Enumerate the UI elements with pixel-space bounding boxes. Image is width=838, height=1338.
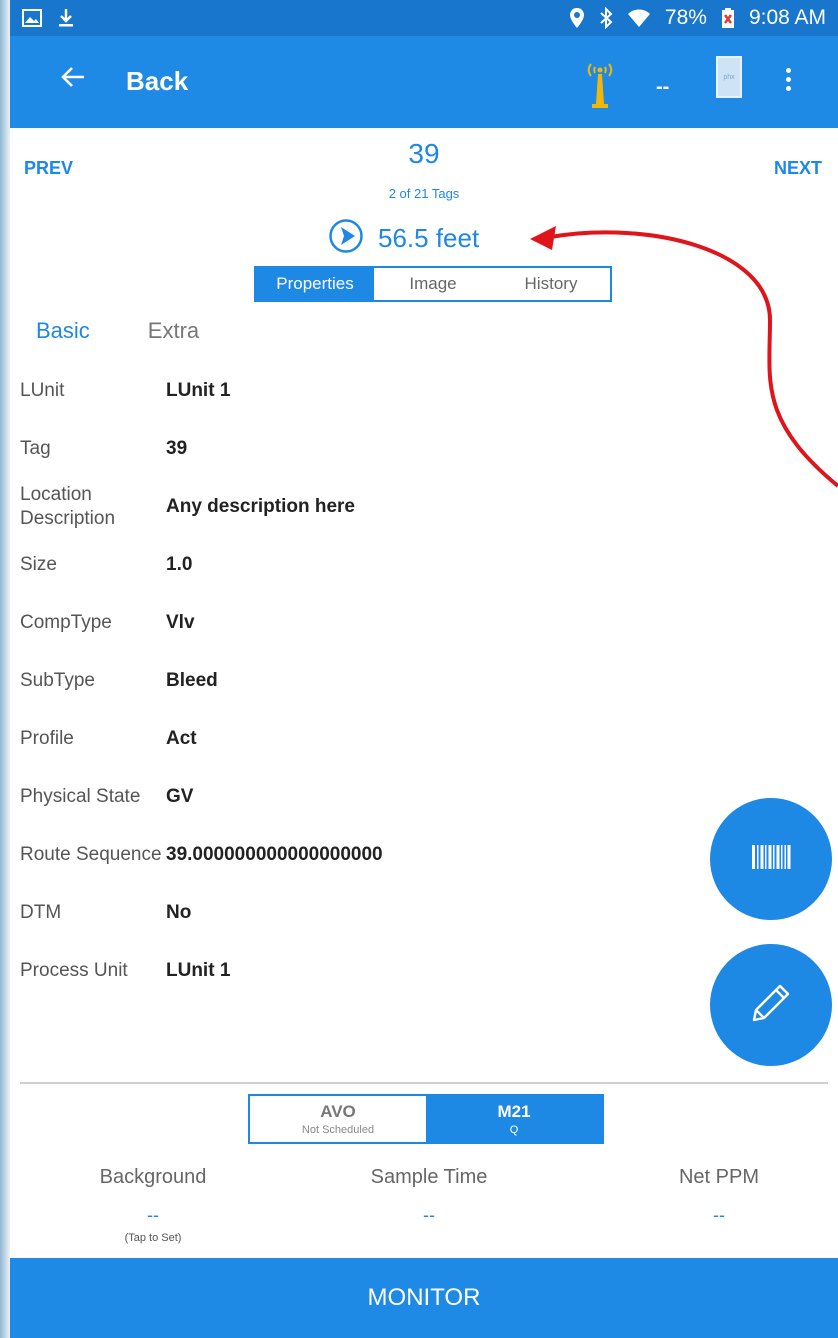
method-avo[interactable]: AVO Not Scheduled xyxy=(250,1096,426,1142)
net-ppm-value: -- xyxy=(713,1205,725,1225)
app-bar: Back -- phx xyxy=(10,36,838,128)
document-label: phx xyxy=(723,73,735,81)
properties-list: LUnit LUnit 1 Tag 39 Location Description A… xyxy=(20,362,580,1000)
sample-time-label: Sample Time xyxy=(370,1166,488,1188)
property-label: Physical State xyxy=(20,786,141,807)
property-label: DTM xyxy=(20,902,62,923)
property-value: GV xyxy=(166,786,194,807)
method-status: Q xyxy=(509,1124,519,1136)
property-label: Tag xyxy=(20,438,51,459)
bluetooth-icon xyxy=(599,7,613,29)
overflow-menu-icon[interactable] xyxy=(786,68,794,95)
monitor-button[interactable]: MONITOR xyxy=(10,1258,838,1338)
distance-value: 56.5 feet xyxy=(378,223,480,253)
scan-barcode-button[interactable] xyxy=(710,798,832,920)
sample-time-metric: Sample Time -- xyxy=(344,1166,514,1226)
tag-count: 2 of 21 Tags xyxy=(388,186,460,201)
divider xyxy=(20,1082,828,1084)
antenna-icon[interactable] xyxy=(582,58,618,115)
property-label: Location Description xyxy=(20,484,116,529)
image-icon xyxy=(22,9,42,27)
property-label: Profile xyxy=(20,728,74,749)
property-row: LUnit LUnit 1 xyxy=(20,362,580,420)
tab-image[interactable]: Image xyxy=(374,268,492,300)
sample-time-value: -- xyxy=(423,1205,435,1225)
property-label: Route Sequence xyxy=(20,844,162,865)
subtabs: Basic Extra xyxy=(36,318,199,344)
property-row: DTM No xyxy=(20,884,580,942)
clock: 9:08 AM xyxy=(748,6,826,29)
battery-icon xyxy=(721,7,735,29)
property-label: CompType xyxy=(20,612,112,633)
property-row: Location Description Any description here xyxy=(20,478,580,536)
property-label: Process Unit xyxy=(20,960,128,981)
subtab-extra[interactable]: Extra xyxy=(148,318,199,344)
property-row: SubType Bleed xyxy=(20,652,580,710)
net-ppm-metric: Net PPM -- xyxy=(634,1166,804,1226)
navigate-arrow-icon[interactable] xyxy=(328,218,364,259)
method-status: Not Scheduled xyxy=(301,1124,375,1136)
property-value: 39 xyxy=(166,438,188,459)
detail-tabs: Properties Image History xyxy=(254,266,612,302)
location-icon xyxy=(569,7,585,29)
property-row: Size 1.0 xyxy=(20,536,580,594)
method-selector: AVO Not Scheduled M21 Q xyxy=(248,1094,604,1144)
property-value: Bleed xyxy=(166,670,218,691)
battery-percent: 78% xyxy=(664,6,707,29)
wifi-icon xyxy=(627,8,651,28)
download-icon xyxy=(58,8,74,28)
method-name: AVO xyxy=(320,1102,356,1121)
property-row: Route Sequence 39.000000000000000000 xyxy=(20,826,580,884)
property-row: Process Unit LUnit 1 xyxy=(20,942,580,1000)
back-button[interactable]: Back xyxy=(126,66,188,97)
property-label: Size xyxy=(20,554,57,575)
property-value: LUnit 1 xyxy=(166,380,231,401)
tag-number: 39 xyxy=(408,138,440,169)
property-label: LUnit xyxy=(20,380,65,401)
property-row: Profile Act xyxy=(20,710,580,768)
tab-history[interactable]: History xyxy=(492,268,610,300)
property-value: Any description here xyxy=(166,496,355,517)
property-label: SubType xyxy=(20,670,95,691)
method-name: M21 xyxy=(497,1102,531,1121)
property-value: 39.000000000000000000 xyxy=(166,844,383,865)
net-ppm-label: Net PPM xyxy=(678,1166,760,1188)
background-value: -- xyxy=(147,1205,159,1225)
distance-row: 56.5 feet xyxy=(328,218,479,259)
background-label: Background xyxy=(99,1166,207,1188)
barcode-icon xyxy=(751,844,791,875)
tab-properties[interactable]: Properties xyxy=(256,268,374,300)
property-value: No xyxy=(166,902,192,923)
property-row: Physical State GV xyxy=(20,768,580,826)
property-value: Act xyxy=(166,728,197,749)
property-row: CompType Vlv xyxy=(20,594,580,652)
edit-button[interactable] xyxy=(710,944,832,1066)
property-row: Tag 39 xyxy=(20,420,580,478)
document-icon[interactable]: phx xyxy=(716,56,742,98)
status-bar: 78% 9:08 AM xyxy=(10,0,838,36)
back-arrow-icon[interactable] xyxy=(58,62,88,97)
pencil-icon xyxy=(750,982,792,1029)
screen: 78% 9:08 AM Back -- phx PREV NEXT 39 2 o… xyxy=(10,0,838,1338)
property-value: Vlv xyxy=(166,612,195,633)
property-value: 1.0 xyxy=(166,554,193,575)
background-hint: (Tap to Set) xyxy=(124,1232,182,1244)
method-m21[interactable]: M21 Q xyxy=(426,1096,602,1142)
background-metric[interactable]: Background -- (Tap to Set) xyxy=(68,1166,238,1244)
subtab-basic[interactable]: Basic xyxy=(36,318,90,344)
property-value: LUnit 1 xyxy=(166,960,231,981)
signal-value: -- xyxy=(656,76,670,98)
